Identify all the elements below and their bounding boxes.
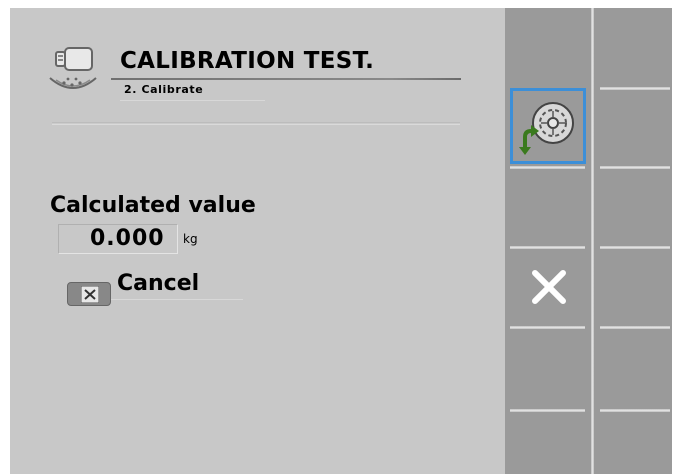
value-unit: kg (183, 232, 198, 246)
softkey-divider-vertical (591, 8, 594, 474)
softkey-divider (600, 326, 670, 329)
softkey-divider (600, 166, 670, 169)
title-underline (111, 78, 461, 80)
softkey-divider (600, 87, 670, 90)
softkey-divider (600, 409, 670, 412)
wheel-calibration-icon (519, 102, 574, 155)
calibrate-wheel-softkey[interactable] (510, 88, 586, 164)
calculated-value: 0.000 (90, 226, 165, 251)
cancel-underline (111, 299, 243, 300)
softkey-divider (510, 166, 585, 169)
header-separator (52, 122, 460, 125)
page-subtitle: 2. Calibrate (124, 83, 204, 96)
calculated-value-label: Calculated value (50, 193, 256, 218)
softkey-divider (600, 246, 670, 249)
cancel-softkey[interactable] (525, 263, 573, 311)
page-title: CALIBRATION TEST. (120, 48, 375, 74)
cancel-icon (67, 282, 111, 306)
softkey-divider (510, 409, 585, 412)
subtitle-underline (120, 100, 265, 101)
close-icon (532, 270, 566, 304)
softkey-panel (505, 8, 672, 474)
calibration-scale-icon (49, 47, 97, 89)
softkey-divider (510, 326, 585, 329)
cancel-label: Cancel (117, 271, 200, 296)
softkey-divider (510, 246, 585, 249)
